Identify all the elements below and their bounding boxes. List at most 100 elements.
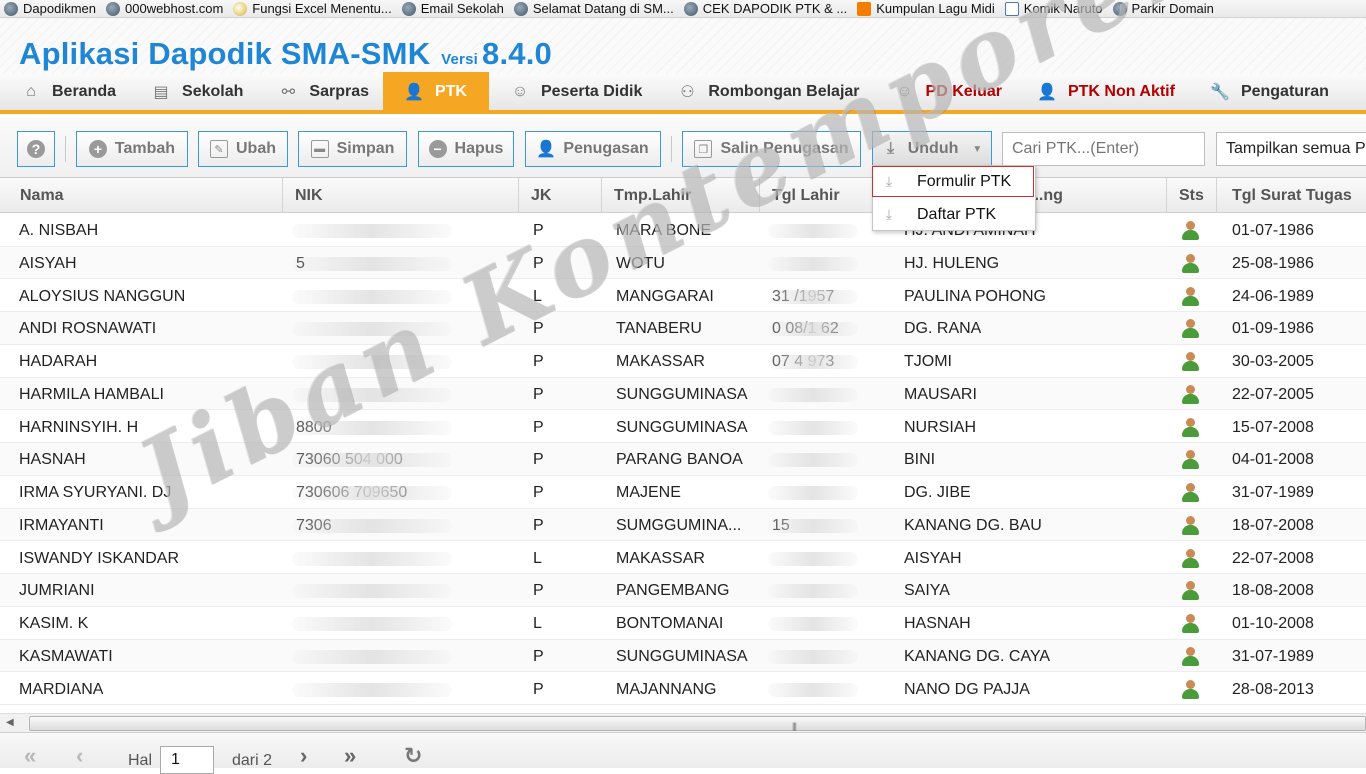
next-page-icon[interactable]: › bbox=[300, 743, 307, 769]
column-header-nama[interactable]: Nama bbox=[8, 178, 283, 213]
tab-sarpras[interactable]: ⚯ Sarpras bbox=[257, 72, 383, 112]
bookmark-label: Komik Naruto bbox=[1023, 1, 1103, 16]
prev-page-icon[interactable]: ‹ bbox=[76, 743, 83, 769]
cell-tmp: MAJANNANG bbox=[616, 680, 717, 698]
globe-icon bbox=[683, 1, 698, 16]
column-header-nik[interactable]: NIK bbox=[283, 178, 519, 213]
table-row[interactable]: HASNAH73060 504 000PPARANG BANOABINI04-0… bbox=[0, 443, 1366, 476]
tab-ptk-non-aktif[interactable]: 👤 PTK Non Aktif bbox=[1016, 72, 1189, 112]
cell-nama: AISYAH bbox=[19, 254, 77, 272]
cell-nama: HADARAH bbox=[19, 353, 98, 370]
menu-item-daftar-ptk[interactable]: ⤓ Daftar PTK bbox=[873, 199, 1035, 230]
refresh-icon[interactable]: ↻ bbox=[404, 743, 422, 769]
cell-nama: MARDIANA bbox=[19, 680, 104, 698]
tab-rombongan-belajar[interactable]: ⚇ Rombongan Belajar bbox=[656, 72, 873, 112]
binoculars-icon: ⚯ bbox=[281, 84, 296, 101]
simpan-button[interactable]: ▬ Simpan bbox=[298, 131, 407, 167]
cell-ibu: KANANG DG. BAU bbox=[904, 516, 1042, 534]
last-page-icon[interactable]: » bbox=[344, 743, 356, 769]
redacted-blur bbox=[768, 224, 858, 238]
table-row[interactable]: JUMRIANI P PANGEMBANG SAIYA 18-08-2008 bbox=[0, 574, 1366, 607]
table-row[interactable]: KASIM. K L BONTOMANAI HASNAH 01-10-2008 bbox=[0, 607, 1366, 640]
cell-tst: 01-10-2008 bbox=[1232, 615, 1314, 632]
table-row[interactable]: A. NISBAHPMARA BONEHJ. ANDI AMINAH01-07-… bbox=[0, 214, 1366, 247]
cell-tst: 22-07-2008 bbox=[1232, 549, 1314, 567]
cell-ibu: HASNAH bbox=[904, 615, 971, 632]
bookmark-item[interactable]: Komik Naruto bbox=[1001, 1, 1109, 16]
scrollbar-thumb[interactable]: ||| bbox=[29, 716, 1366, 731]
search-input[interactable] bbox=[1002, 132, 1205, 166]
cell-ibu: NURSIAH bbox=[904, 418, 977, 436]
tab-pd-keluar[interactable]: ☺ PD Keluar bbox=[874, 72, 1016, 112]
help-icon: ? bbox=[27, 140, 45, 158]
penugasan-button[interactable]: 👤 Penugasan bbox=[525, 131, 661, 167]
cell-tmp: MAKASSAR bbox=[616, 549, 705, 567]
status-user-icon bbox=[1181, 417, 1200, 437]
cell-jk: P bbox=[533, 451, 544, 469]
bookmark-item[interactable]: Selamat Datang di SM... bbox=[510, 1, 680, 16]
tab-pengaturan[interactable]: 🔧 Pengaturan bbox=[1189, 72, 1343, 112]
column-header-sts[interactable]: Sts bbox=[1167, 178, 1217, 213]
cell-jk: L bbox=[533, 549, 542, 567]
cell-tmp: PANGEMBANG bbox=[616, 582, 730, 600]
table-row[interactable]: KASMAWATI P SUNGGUMINASA KANANG DG. CAYA 31-… bbox=[0, 639, 1366, 673]
tab-label: Pengaturan bbox=[1240, 83, 1329, 100]
bookmark-item[interactable]: Kumpulan Lagu Midi bbox=[853, 1, 1001, 16]
cell-tmp: SUNGGUMINASA bbox=[616, 385, 748, 403]
table-row[interactable]: HADARAHPMAKASSAR07 4 973TJOMI30-03-2005 bbox=[0, 345, 1366, 378]
bookmark-item[interactable]: 000webhost.com bbox=[102, 1, 229, 16]
table-row[interactable]: MARDIANA P MAJANNANG NANO DG PAJJA 28-08-201… bbox=[0, 673, 1366, 706]
table-row[interactable]: ANDI ROSNAWATIPTANABERU0 08/1 62DG. RANA… bbox=[0, 312, 1366, 345]
first-page-icon[interactable]: « bbox=[24, 743, 36, 769]
tab-beranda[interactable]: ⌂ Beranda bbox=[0, 72, 130, 112]
cell-tmp: SUMGGUMINA... bbox=[616, 516, 742, 534]
tab-ptk[interactable]: 👤 PTK bbox=[382, 72, 489, 112]
bookmark-item[interactable]: CEK DAPODIK PTK & ... bbox=[680, 1, 853, 16]
table-row[interactable]: ISWANDY ISKANDAR L MAKASSAR AISYAH 22-07-200… bbox=[0, 542, 1366, 575]
bookmark-label: Parkir Domain bbox=[1131, 1, 1214, 16]
unduh-button[interactable]: ⤓ Unduh ▼ bbox=[872, 131, 992, 167]
redacted-blur bbox=[292, 518, 452, 533]
menu-item-formulir-ptk[interactable]: ⤓ Formulir PTK bbox=[872, 166, 1034, 197]
table-row[interactable]: AISYAH5PWOTUHJ. HULENG25-08-1986 bbox=[0, 246, 1366, 280]
tab-sekolah[interactable]: ▤ Sekolah bbox=[130, 72, 257, 112]
user-icon: 👤 bbox=[404, 84, 424, 101]
bookmark-item[interactable]: Dapodikmen bbox=[0, 1, 102, 16]
table-row[interactable]: ALOYSIUS NANGGUNLMANGGARAI31 /1957PAULIN… bbox=[0, 280, 1366, 313]
help-button[interactable]: ? bbox=[17, 131, 55, 167]
smiley-icon: ☺ bbox=[511, 83, 529, 100]
column-header-tgl-lahir[interactable]: Tgl Lahir bbox=[760, 178, 890, 213]
cell-ibu: NANO DG PAJJA bbox=[904, 680, 1030, 698]
column-header-jk[interactable]: JK bbox=[519, 178, 602, 213]
column-header-tgl-surat-tugas[interactable]: Tgl Surat Tugas bbox=[1220, 178, 1366, 213]
filter-select[interactable]: Tampilkan semua PTK bbox=[1216, 132, 1366, 166]
tab-label: PD Keluar bbox=[925, 83, 1002, 100]
scroll-left-icon[interactable]: ◀ bbox=[6, 717, 14, 728]
tambah-button[interactable]: + Tambah bbox=[76, 131, 188, 167]
globe-icon bbox=[1112, 1, 1127, 16]
paging-toolbar: « ‹ Hal dari 2 › » ↻ bbox=[0, 732, 1366, 774]
status-user-icon bbox=[1181, 221, 1200, 240]
table-row[interactable]: IRMAYANTI7306PSUMGGUMINA...15KANANG DG. … bbox=[0, 508, 1366, 542]
salin-penugasan-button[interactable]: ❐ Salin Penugasan bbox=[682, 131, 861, 167]
cell-ibu: PAULINA POHONG bbox=[904, 287, 1046, 305]
cell-tmp: TANABERU bbox=[616, 320, 702, 338]
bookmark-item[interactable]: Parkir Domain bbox=[1109, 1, 1220, 16]
redacted-blur bbox=[768, 617, 858, 631]
page-number-input[interactable] bbox=[160, 746, 214, 774]
grid-header: Nama NIK JK Tmp.Lahir Tgl Lahir ...ng St… bbox=[0, 178, 1366, 213]
table-row[interactable]: HARMILA HAMBALI P SUNGGUMINASA MAUSARI 22-07… bbox=[0, 377, 1366, 411]
cell-nama: ANDI ROSNAWATI bbox=[19, 320, 157, 338]
cell-tst: 18-08-2008 bbox=[1232, 582, 1314, 600]
tab-peserta-didik[interactable]: ☺ Peserta Didik bbox=[489, 72, 656, 112]
hapus-button[interactable]: − Hapus bbox=[418, 131, 514, 167]
redacted-blur bbox=[292, 256, 452, 271]
table-row[interactable]: HARNINSYIH. H8800PSUNGGUMINASANURSIAH15-… bbox=[0, 411, 1366, 444]
ubah-button[interactable]: ✎ Ubah bbox=[198, 131, 288, 167]
bookmark-item[interactable]: Fungsi Excel Menentu... bbox=[229, 1, 397, 16]
column-header-tmp-lahir[interactable]: Tmp.Lahir bbox=[602, 178, 760, 213]
bookmark-item[interactable]: Email Sekolah bbox=[398, 1, 510, 16]
bookmark-label: 000webhost.com bbox=[125, 1, 224, 16]
horizontal-scrollbar[interactable]: ◀ ||| bbox=[0, 713, 1366, 732]
table-row[interactable]: IRMA SYURYANI. DJ730606 709650PMAJENEDG.… bbox=[0, 476, 1366, 509]
